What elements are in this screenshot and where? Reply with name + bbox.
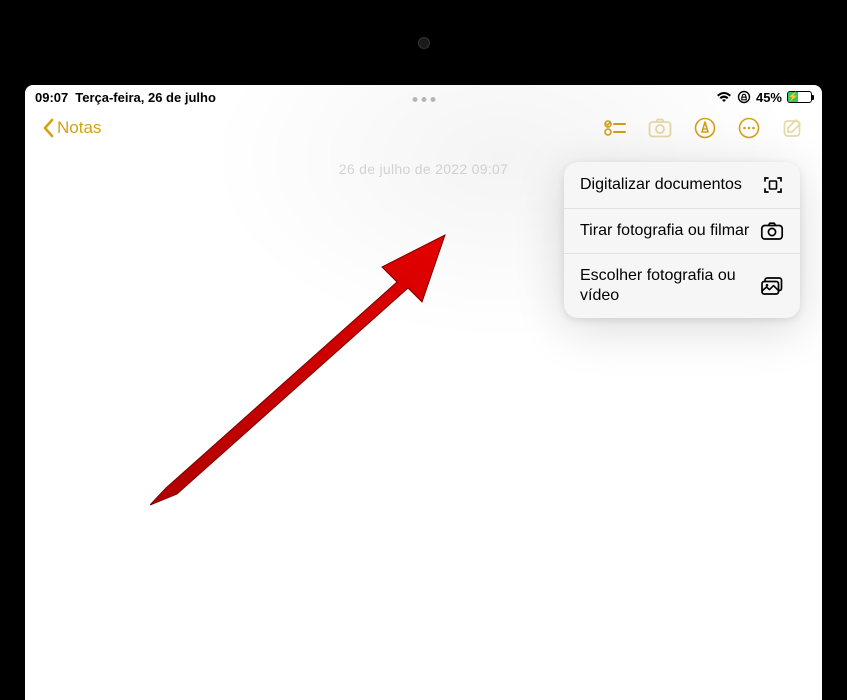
compose-icon[interactable] bbox=[782, 117, 804, 139]
chevron-left-icon bbox=[43, 118, 55, 138]
back-button[interactable]: Notas bbox=[43, 118, 101, 138]
status-left: 09:07 Terça-feira, 26 de julho bbox=[35, 90, 216, 105]
bezel-top bbox=[0, 0, 847, 85]
back-label: Notas bbox=[57, 118, 101, 138]
take-photo-label: Tirar fotografia ou filmar bbox=[580, 221, 760, 241]
orientation-lock-icon bbox=[737, 90, 751, 104]
choose-photo-label: Escolher fotografia ou vídeo bbox=[580, 266, 760, 306]
status-right: 45% ⚡ bbox=[716, 90, 812, 105]
status-time: 09:07 bbox=[35, 90, 68, 105]
status-date: Terça-feira, 26 de julho bbox=[75, 90, 216, 105]
red-annotation-arrow bbox=[150, 230, 450, 510]
checklist-icon[interactable] bbox=[604, 119, 626, 137]
wifi-icon bbox=[716, 91, 732, 103]
camera-attach-popup: Digitalizar documentos Tirar fotografia … bbox=[564, 162, 800, 318]
scan-documents-item[interactable]: Digitalizar documentos bbox=[564, 162, 800, 208]
more-icon[interactable] bbox=[738, 117, 760, 139]
status-bar: 09:07 Terça-feira, 26 de julho 45% ⚡ bbox=[25, 85, 822, 107]
scan-document-icon bbox=[762, 174, 784, 196]
gallery-icon bbox=[760, 276, 784, 296]
take-photo-item[interactable]: Tirar fotografia ou filmar bbox=[564, 208, 800, 253]
battery-icon: ⚡ bbox=[787, 91, 812, 103]
camera-outline-icon bbox=[760, 221, 784, 241]
note-toolbar: Notas bbox=[25, 107, 822, 149]
scan-documents-label: Digitalizar documentos bbox=[580, 175, 762, 195]
markup-icon[interactable] bbox=[694, 117, 716, 139]
choose-photo-item[interactable]: Escolher fotografia ou vídeo bbox=[564, 253, 800, 318]
device-inner: 09:07 Terça-feira, 26 de julho 45% ⚡ bbox=[0, 0, 847, 700]
camera-icon[interactable] bbox=[648, 118, 672, 138]
multitask-dots[interactable] bbox=[412, 97, 435, 102]
screen: 09:07 Terça-feira, 26 de julho 45% ⚡ bbox=[25, 85, 822, 700]
toolbar-right bbox=[604, 117, 804, 139]
battery-percent: 45% bbox=[756, 90, 782, 105]
front-camera bbox=[418, 37, 430, 49]
ipad-device-frame: 09:07 Terça-feira, 26 de julho 45% ⚡ bbox=[0, 0, 847, 700]
